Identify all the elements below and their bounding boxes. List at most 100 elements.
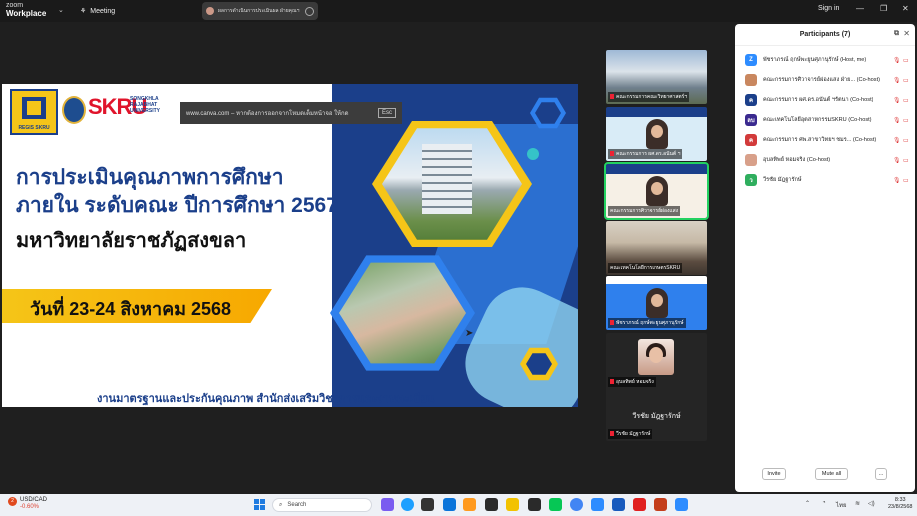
notification-badge: 2 [8, 497, 17, 506]
camera-off-icon[interactable]: ▭ [903, 57, 909, 64]
mic-muted-icon[interactable]: 🎙 [893, 77, 901, 84]
video-tile-audio-only[interactable]: อุบลทิพย์ หอมจริง วีรชัย มัฎฐารักษ์ วีรช… [606, 333, 707, 441]
participant-video [646, 176, 668, 206]
sign-in-button[interactable]: Sign in [818, 5, 839, 12]
mic-muted-icon [610, 379, 614, 385]
mouse-cursor-icon: ➤ [465, 328, 474, 339]
avatar [206, 7, 214, 15]
word-icon[interactable] [612, 498, 625, 511]
video-tile-name: พัชราภรณ์ ฤกษ์พะยูนศุภานุรักษ์ [608, 318, 686, 328]
avatar: ค [745, 134, 757, 146]
network-icon[interactable]: ◔ [822, 500, 826, 506]
brand-top: zoom [6, 2, 24, 9]
zoom-brand: zoom Workplace [6, 2, 46, 18]
volume-icon[interactable]: ◁) [868, 500, 875, 507]
video-tile[interactable]: คณะเทคโนโลยีการเกษตรSKRU [606, 221, 707, 275]
participant-row[interactable]: ว วีรชัย มัฎฐารักษ์ 🎙 ▭ [735, 170, 915, 190]
invite-button[interactable]: Invite [762, 468, 786, 480]
screen-share-tab[interactable]: ผลการดำเนินการประเมินผล ฝ่ายคุณฯ [202, 2, 318, 20]
task-view-icon[interactable] [421, 498, 434, 511]
skru-sub-line: UNIVERSITY [130, 108, 161, 114]
camera-off-icon[interactable]: ▭ [903, 117, 909, 124]
clock-time: 8:33 [894, 497, 906, 503]
edge-icon[interactable] [401, 498, 414, 511]
camera-off-icon[interactable]: ▭ [903, 177, 909, 184]
folder-icon[interactable] [463, 498, 476, 511]
taskbar-search[interactable]: ⌕ Search [272, 498, 372, 512]
zoom-icon[interactable] [591, 498, 604, 511]
file-explorer-icon[interactable] [506, 498, 519, 511]
camera-off-icon[interactable]: ▭ [903, 97, 909, 104]
close-icon[interactable]: ✕ [902, 4, 909, 13]
line-icon[interactable] [549, 498, 562, 511]
mic-muted-icon [610, 151, 614, 157]
profile-picture [638, 339, 674, 375]
avatar [745, 154, 757, 166]
zoom-workplace-icon[interactable] [675, 498, 688, 511]
regis-logo: REGIS SKRU [10, 89, 58, 135]
windows-taskbar: 2 USD/CAD -0.60% ⌕ Search ⌃ ◔ ไทย ≋ ◁) 8… [0, 494, 917, 516]
avatar [745, 74, 757, 86]
video-tile-active-speaker[interactable]: คณะกรรมการศิวาจารย์ผ่องแสง [604, 162, 709, 220]
participant-row[interactable]: คณะกรรมการศิวาจารย์ผ่องแสง ฝ่าย... (Co-h… [735, 70, 915, 90]
participants-panel: Participants (7) ⧉ ✕ Z พัชราภรณ์ ฤกษ์พะยู… [735, 24, 915, 492]
pop-out-icon[interactable]: ⧉ [894, 30, 899, 38]
language-indicator[interactable]: ไทย [836, 500, 847, 510]
participant-row[interactable]: ค คณะกรรมการ ผศ.ดร.อนันต์ ฯรัตนา (Co-host… [735, 90, 915, 110]
video-tile-name: คณะเทคโนโลยีการเกษตรSKRU [608, 263, 683, 273]
participant-name: วีรชัย มัฎฐารักษ์ [763, 177, 802, 183]
chevron-up-icon[interactable]: ⌃ [805, 500, 810, 507]
powerpoint-icon[interactable] [654, 498, 667, 511]
fullscreen-notice-text: www.canva.com – หากต้องการออกจากโหมดเต็ม… [186, 111, 349, 117]
slide-university: มหาวิทยาลัยราชภัฏสงขลา [16, 230, 247, 252]
camera-off-icon[interactable]: ▭ [903, 77, 909, 84]
participants-list: Z พัชราภรณ์ ฤกษ์พะยูนศุภานุรักษ์ (Host, m… [735, 50, 915, 190]
participant-row[interactable]: อุบลทิพย์ หอมจริง (Co-host) 🎙 ▭ [735, 150, 915, 170]
participant-name: คณะกรรมการ ศพ.สาขาวิทยฯ ชมร... (Co-host) [763, 137, 877, 143]
participant-name: คณะกรรมการศิวาจารย์ผ่องแสง [610, 208, 679, 214]
store-icon[interactable] [485, 498, 498, 511]
wifi-icon[interactable]: ≋ [855, 500, 860, 507]
mic-muted-icon [610, 431, 614, 437]
participant-row[interactable]: ลบ คณะเทคโนโลยีอุตสาหกรรมSKRU (Co-host) 🎙 ▭ [735, 110, 915, 130]
minimize-icon[interactable]: — [856, 4, 864, 13]
participant-row[interactable]: Z พัชราภรณ์ ฤกษ์พะยูนศุภานุรักษ์ (Host, m… [735, 50, 915, 70]
restore-icon[interactable]: ❐ [880, 4, 887, 13]
copilot-icon[interactable] [381, 498, 394, 511]
video-tile[interactable]: คณะกรรมการคณะวิทยาศาสตร์ฯ [606, 50, 707, 104]
camera-off-icon[interactable]: ▭ [903, 157, 909, 164]
slide-date: วันที่ 23-24 สิงหาคม 2568 [30, 299, 232, 319]
mic-muted-icon[interactable]: 🎙 [893, 157, 901, 164]
chrome-icon[interactable] [570, 498, 583, 511]
regis-logo-text: REGIS SKRU [18, 125, 50, 131]
participant-name: อุบลทิพย์ หอมจริง [616, 379, 654, 385]
stop-share-icon[interactable] [305, 6, 314, 16]
start-button[interactable] [254, 499, 265, 510]
ticker-change: -0.60% [20, 504, 40, 510]
mic-muted-icon[interactable]: 🎙 [893, 137, 901, 144]
close-panel-icon[interactable]: ✕ [903, 29, 910, 38]
avatar: ลบ [745, 114, 757, 126]
meeting-tab[interactable]: ⚘ Meeting [80, 4, 115, 18]
stock-widget[interactable]: 2 USD/CAD -0.60% [8, 497, 47, 511]
participant-row[interactable]: ค คณะกรรมการ ศพ.สาขาวิทยฯ ชมร... (Co-host… [735, 130, 915, 150]
slide-footer: งานมาตรฐานและประกันคุณภาพ สำนักส่งเสริมว… [97, 393, 435, 405]
more-options-button[interactable]: ... [875, 468, 887, 480]
mic-muted-icon[interactable]: 🎙 [893, 57, 901, 64]
video-tile[interactable]: คณะกรรมการ ผศ.ดร.อนันต์ ฯ [606, 107, 707, 161]
brand-bottom: Workplace [6, 9, 47, 18]
chevron-down-icon[interactable]: ⌄ [58, 6, 64, 14]
participants-header: Participants (7) ⧉ ✕ [735, 24, 915, 46]
building-photo-detail [422, 144, 472, 214]
mic-muted-icon[interactable]: 🎙 [893, 177, 901, 184]
participant-name: คณะกรรมการ ผศ.ดร.อนันต์ ฯ [616, 151, 681, 157]
video-tile[interactable]: พัชราภรณ์ ฤกษ์พะยูนศุภานุรักษ์ [606, 276, 707, 330]
mute-all-button[interactable]: Mute all [815, 468, 848, 480]
app-icon[interactable] [528, 498, 541, 511]
acrobat-icon[interactable] [633, 498, 646, 511]
mic-muted-icon[interactable]: 🎙 [893, 117, 901, 124]
mic-muted-icon[interactable]: 🎙 [893, 97, 901, 104]
mail-icon[interactable] [443, 498, 456, 511]
camera-off-icon[interactable]: ▭ [903, 137, 909, 144]
taskbar-clock[interactable]: 8:33 23/8/2568 [888, 497, 912, 511]
